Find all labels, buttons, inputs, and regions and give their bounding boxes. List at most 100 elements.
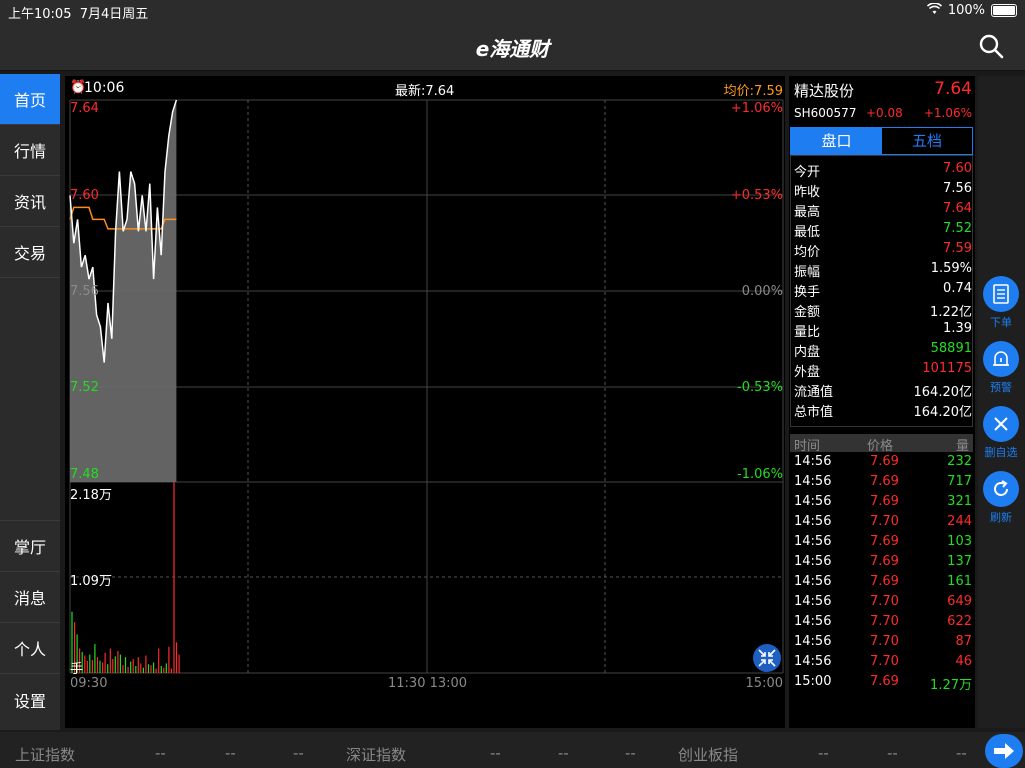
index-value: -- [490, 744, 501, 762]
quote-row-label: 换手 [794, 285, 821, 300]
pct-tick: -1.06% [737, 467, 783, 482]
quote-row-value: 1.22亿 [930, 305, 972, 320]
chart-avg-price: 均价:7.59 [723, 84, 783, 99]
sidebar-item-label: 消息 [13, 589, 46, 608]
sidebar-item-label: 首页 [13, 91, 46, 110]
sidebar-item-label: 设置 [13, 691, 46, 711]
sidebar-item-personal[interactable]: 个人 [0, 623, 60, 674]
quote-row: 最低 7.52 [794, 221, 972, 241]
trade-volume: 161 [947, 574, 972, 589]
trade-row: 14:56 7.69 103 [794, 534, 972, 554]
trade-volume: 46 [955, 654, 972, 669]
index-value: -- [155, 744, 166, 762]
trade-row: 14:56 7.70 87 [794, 634, 972, 654]
quote-row-label: 振幅 [794, 265, 821, 280]
quote-row: 外盘 101175 [794, 361, 972, 381]
trade-price: 7.70 [870, 634, 899, 649]
trade-volume: 321 [947, 494, 972, 509]
chart-canvas [69, 99, 784, 674]
pct-tick: +1.06% [730, 101, 783, 116]
trade-price: 7.70 [870, 654, 899, 669]
price-tick: 7.48 [70, 467, 99, 482]
trade-time: 14:56 [794, 534, 832, 549]
place-order-button[interactable]: 下单 [980, 276, 1022, 330]
index-value: -- [558, 744, 569, 762]
trade-row: 14:56 7.70 649 [794, 594, 972, 614]
sidebar-item-label: 掌厅 [13, 538, 46, 557]
trade-volume: 622 [947, 614, 972, 629]
trades-header-price: 价格 [867, 439, 894, 454]
quote-row-value: 7.56 [943, 181, 972, 196]
battery-label: 100% [947, 3, 985, 18]
sidebar-item-label: 个人 [13, 640, 46, 659]
refresh-icon [983, 471, 1019, 507]
quote-row-value: 7.59 [943, 241, 972, 256]
pct-tick: 0.00% [741, 284, 783, 299]
sidebar-bottom-group: 掌厅 消息 个人 设置 [0, 520, 60, 725]
close-icon [983, 406, 1019, 442]
price-tick: 7.60 [70, 188, 99, 203]
sidebar-item-home[interactable]: 首页 [0, 74, 60, 125]
bell-icon [983, 341, 1019, 377]
sidebar-item-messages[interactable]: 消息 [0, 572, 60, 623]
trade-time: 14:56 [794, 554, 832, 569]
stock-change-pct: +1.06% [923, 106, 972, 120]
trade-volume: 87 [955, 634, 972, 649]
trade-time: 14:56 [794, 654, 832, 669]
quote-row: 今开 7.60 [794, 161, 972, 181]
quote-row: 最高 7.64 [794, 201, 972, 221]
sidebar-item-settings[interactable]: 设置 [0, 674, 60, 725]
trade-time: 14:56 [794, 574, 832, 589]
refresh-button[interactable]: 刷新 [980, 471, 1022, 525]
quote-row-value: 164.20亿 [913, 385, 973, 400]
trade-time: 14:56 [794, 594, 832, 609]
sidebar-item-market[interactable]: 行情 [0, 125, 60, 176]
quote-row-value: 7.52 [943, 221, 972, 236]
stock-code: SH600577 [794, 106, 857, 120]
trade-price: 7.70 [870, 614, 899, 629]
trade-price: 7.69 [870, 554, 899, 569]
sidebar-item-trade[interactable]: 交易 [0, 227, 60, 278]
quote-row-value: 101175 [922, 361, 972, 376]
quote-row-label: 昨收 [794, 185, 821, 200]
search-icon[interactable] [977, 32, 1005, 60]
chart-time: 10:06 [84, 80, 125, 96]
quote-row-label: 均价 [794, 245, 821, 260]
sidebar-item-hall[interactable]: 掌厅 [0, 521, 60, 572]
trade-row: 14:56 7.69 321 [794, 494, 972, 514]
quote-panel: 精达股份 7.64 SH600577 +0.08 +1.06% 盘口 五档 今开… [789, 76, 975, 728]
time-tick: 09:30 [70, 676, 108, 691]
quote-row: 换手 0.74 [794, 281, 972, 301]
tool-label: 预警 [990, 381, 1012, 394]
quote-row-label: 最低 [794, 225, 821, 240]
tab-five-levels[interactable]: 五档 [882, 128, 972, 154]
chart-latest-price: 最新:7.64 [395, 84, 455, 99]
sidebar-item-label: 资讯 [13, 193, 46, 212]
trades-header-time: 时间 [794, 439, 821, 454]
quote-row-label: 最高 [794, 205, 821, 220]
collapse-icon[interactable] [753, 644, 781, 672]
index-value: -- [887, 744, 898, 762]
index-value: -- [293, 744, 304, 762]
remove-watchlist-button[interactable]: 删自选 [980, 406, 1022, 460]
pct-tick: +0.53% [730, 188, 783, 203]
stock-change: +0.08 [866, 106, 903, 120]
index-ticker-bar[interactable]: 上证指数 -- -- -- 深证指数 -- -- -- 创业板指 -- -- -… [0, 732, 1025, 768]
alert-button[interactable]: 预警 [980, 341, 1022, 395]
quote-row: 内盘 58891 [794, 341, 972, 361]
index-value: -- [625, 744, 636, 762]
tab-order-book[interactable]: 盘口 [791, 128, 882, 154]
tool-label: 刷新 [990, 511, 1012, 524]
intraday-chart[interactable]: ⏰ 10:06 最新:7.64 均价:7.59 7.64 7.60 7.56 7… [65, 76, 785, 728]
trade-time: 14:56 [794, 494, 832, 509]
volume-tick: 1.09万 [70, 574, 112, 589]
trade-price: 7.69 [870, 474, 899, 489]
price-tick: 7.52 [70, 380, 99, 395]
sidebar-item-news[interactable]: 资讯 [0, 176, 60, 227]
trade-row: 14:56 7.69 717 [794, 474, 972, 494]
status-bar: 上午10:05 7月4日周五 100% [0, 0, 1025, 22]
index-value: -- [956, 744, 967, 762]
quote-row-label: 总市值 [794, 405, 834, 420]
arrow-right-icon[interactable] [985, 734, 1023, 768]
trade-volume: 103 [947, 534, 972, 549]
